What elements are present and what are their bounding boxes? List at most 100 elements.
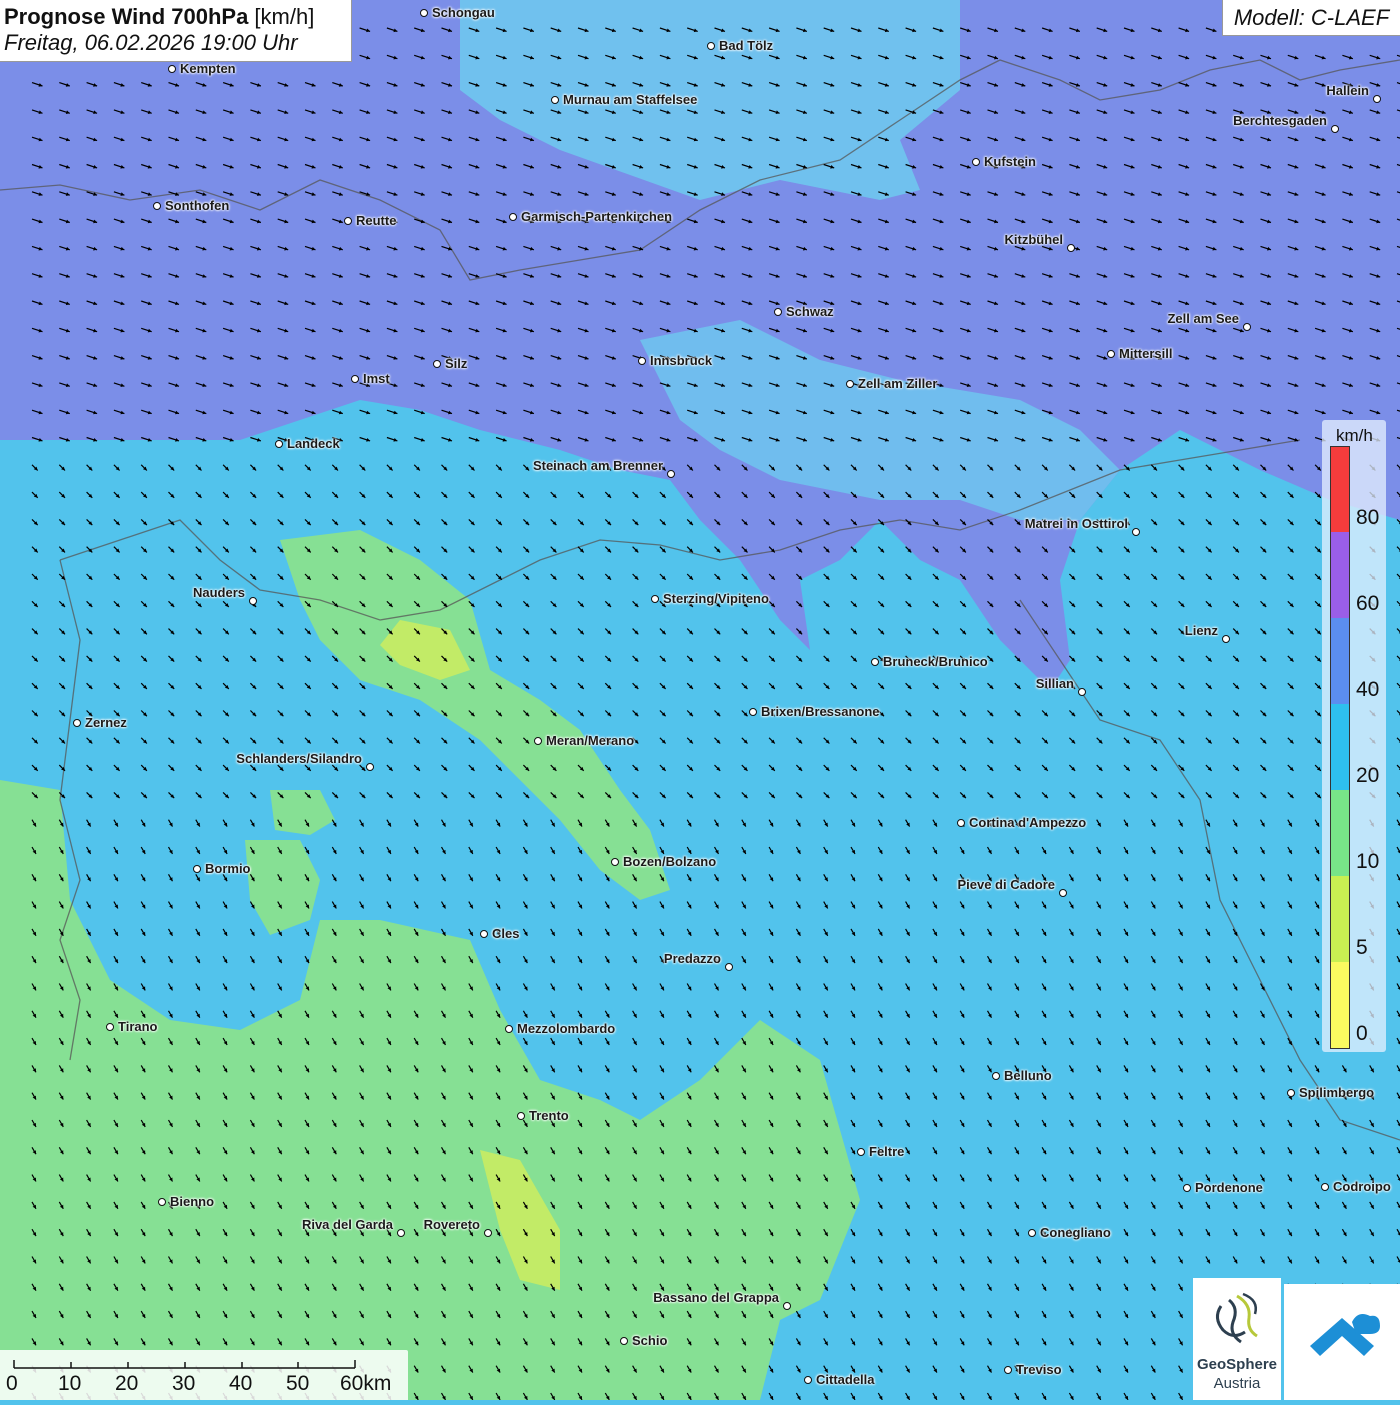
city-marker (351, 375, 359, 383)
legend-label: 10 (1356, 850, 1379, 874)
city-marker (1287, 1089, 1295, 1097)
city-label: Bienno (170, 1194, 214, 1209)
city-label: Schio (632, 1333, 667, 1348)
city-marker (1243, 323, 1251, 331)
city-label: Berchtesgaden (1233, 113, 1327, 128)
city-label: Schlanders/Silandro (236, 751, 362, 766)
city-marker (1183, 1184, 1191, 1192)
city-marker (480, 930, 488, 938)
legend-band (1330, 876, 1350, 962)
title-main: Prognose Wind 700hPa (4, 4, 248, 29)
color-legend: km/h 806040201050 (1322, 420, 1386, 1052)
forecast-datetime: Freitag, 06.02.2026 19:00 Uhr (4, 30, 351, 56)
geosphere-logo-subtext: Austria (1193, 1375, 1281, 1392)
legend-label: 40 (1356, 678, 1379, 702)
city-marker (534, 737, 542, 745)
city-marker (517, 1112, 525, 1120)
city-label: Kempten (180, 61, 236, 76)
scale-label-10: 10 (58, 1372, 81, 1396)
city-marker (992, 1072, 1000, 1080)
city-label: Pordenone (1195, 1180, 1263, 1195)
city-marker (1132, 528, 1140, 536)
city-label: Zell am Ziller (858, 376, 937, 391)
city-label: Codroipo (1333, 1179, 1391, 1194)
city-marker (667, 470, 675, 478)
city-marker (158, 1198, 166, 1206)
legend-label: 80 (1356, 506, 1379, 530)
legend-label: 5 (1356, 936, 1368, 960)
scale-label-0: 0 (6, 1372, 18, 1396)
city-label: Riva del Garda (302, 1217, 393, 1232)
city-marker (774, 308, 782, 316)
city-label: Meran/Merano (546, 733, 634, 748)
city-label: Mezzolombardo (517, 1021, 615, 1036)
city-label: Steinach am Brenner (533, 458, 663, 473)
city-label: Trento (529, 1108, 569, 1123)
legend-band (1330, 704, 1350, 790)
city-label: Bruneck/Brunico (883, 654, 988, 669)
city-marker (638, 357, 646, 365)
city-marker (1331, 125, 1339, 133)
city-marker (505, 1025, 513, 1033)
city-marker (957, 819, 965, 827)
geosphere-icon (1193, 1278, 1281, 1354)
city-marker (275, 440, 283, 448)
city-label: Cittadella (816, 1372, 875, 1387)
app-logo[interactable] (1284, 1284, 1400, 1400)
city-marker (871, 658, 879, 666)
city-label: Conegliano (1040, 1225, 1111, 1240)
legend-band (1330, 790, 1350, 876)
city-label: Pieve di Cadore (957, 877, 1055, 892)
city-marker (420, 9, 428, 17)
scale-label-60km: 60km (340, 1372, 391, 1396)
city-label: Innsbruck (650, 353, 712, 368)
geosphere-logo[interactable]: GeoSphere Austria (1193, 1278, 1281, 1400)
city-marker (344, 217, 352, 225)
city-marker (249, 597, 257, 605)
legend-label: 0 (1356, 1022, 1368, 1046)
legend-band (1330, 618, 1350, 704)
city-label: Murnau am Staffelsee (563, 92, 697, 107)
city-label: Silz (445, 356, 467, 371)
city-marker (484, 1229, 492, 1237)
city-marker (153, 202, 161, 210)
city-marker (1373, 95, 1381, 103)
city-label: Sterzing/Vipiteno (663, 591, 769, 606)
city-label: Zernez (85, 715, 127, 730)
city-marker (651, 595, 659, 603)
city-label: Mittersill (1119, 346, 1172, 361)
city-label: Predazzo (664, 951, 721, 966)
scale-label-50: 50 (286, 1372, 309, 1396)
city-label: Bad Tölz (719, 38, 773, 53)
city-label: Bormio (205, 861, 251, 876)
city-label: Schwaz (786, 304, 834, 319)
city-marker (804, 1376, 812, 1384)
mountain-cloud-icon (1284, 1284, 1400, 1400)
title-unit: [km/h] (248, 4, 314, 29)
city-label: Cortina d'Ampezzo (969, 815, 1086, 830)
city-label: Lienz (1185, 623, 1218, 638)
city-label: Zell am See (1167, 311, 1239, 326)
legend-band (1330, 962, 1350, 1049)
city-label: Treviso (1016, 1362, 1062, 1377)
city-label: Rovereto (424, 1217, 480, 1232)
scale-label-30: 30 (172, 1372, 195, 1396)
city-label: Imst (363, 371, 390, 386)
city-marker (1078, 688, 1086, 696)
legend-label: 60 (1356, 592, 1379, 616)
city-label: Sillian (1036, 676, 1074, 691)
geosphere-logo-text: GeoSphere (1193, 1356, 1281, 1373)
model-label: Modell: C-LAEF (1222, 0, 1400, 36)
city-marker (1107, 350, 1115, 358)
map-title: Prognose Wind 700hPa [km/h] (4, 4, 351, 30)
city-label: Schongau (432, 5, 495, 20)
city-label: Sonthofen (165, 198, 229, 213)
city-label: Landeck (287, 436, 340, 451)
city-label: Matrei in Osttirol (1025, 516, 1128, 531)
city-marker (749, 708, 757, 716)
legend-unit: km/h (1336, 426, 1373, 446)
scale-label-40: 40 (229, 1372, 252, 1396)
city-marker (857, 1148, 865, 1156)
city-label: Cles (492, 926, 519, 941)
city-marker (1059, 889, 1067, 897)
